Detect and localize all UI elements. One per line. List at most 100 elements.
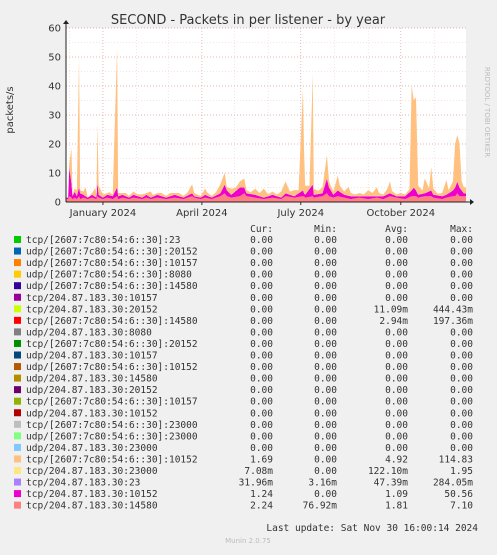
legend-value: 0.00 [250, 316, 273, 327]
legend-series-name: tcp/[2607:7c80:54:6::30]:20152 [26, 339, 198, 350]
rrdtool-watermark: RRDTOOL / TOBI OETIKER [483, 67, 491, 157]
legend-series-name: udp/204.87.183.30:10152 [26, 408, 158, 419]
legend-value: 0.00 [250, 362, 273, 373]
legend-swatch [14, 455, 21, 463]
x-tick-label: July 2024 [276, 208, 324, 219]
legend-value: 0.00 [450, 362, 473, 373]
legend-value: 0.00 [314, 351, 337, 362]
legend-column-header: Avg: [385, 224, 408, 235]
legend-value: 0.00 [250, 235, 273, 246]
legend-swatch [14, 490, 21, 498]
legend-value: 0.00 [450, 351, 473, 362]
legend-value: 0.00 [385, 339, 408, 350]
y-tick-label: 50 [48, 53, 61, 64]
legend-value: 0.00 [314, 293, 337, 304]
legend-value: 0.00 [450, 420, 473, 431]
legend-value: 0.00 [385, 397, 408, 408]
legend-value: 2.94m [379, 316, 408, 327]
legend-swatch [14, 339, 21, 347]
legend-value: 444.43m [433, 304, 473, 315]
legend-value: 1.09 [385, 489, 408, 500]
legend-value: 0.00 [250, 293, 273, 304]
chart-title: SECOND - Packets in per listener - by ye… [111, 13, 386, 28]
legend-value: 0.00 [385, 247, 408, 258]
legend-series-name: udp/204.87.183.30:14580 [26, 374, 158, 385]
chart-canvas: SECOND - Packets in per listener - by ye… [0, 0, 497, 551]
legend-series-name: udp/[2607:7c80:54:6::30]:10157 [26, 258, 198, 269]
legend-value: 0.00 [250, 327, 273, 338]
legend-value: 47.39m [374, 478, 409, 489]
legend-series-name: tcp/204.87.183.30:20152 [26, 304, 158, 315]
legend-series-name: tcp/[2607:7c80:54:6::30]:23 [26, 235, 180, 246]
legend-value: 0.00 [450, 293, 473, 304]
legend-value: 0.00 [450, 374, 473, 385]
legend-value: 122.10m [368, 466, 408, 477]
legend-series-name: tcp/[2607:7c80:54:6::30]:10157 [26, 397, 198, 408]
legend-value: 0.00 [450, 247, 473, 258]
legend-column-header: Max: [450, 224, 473, 235]
legend-value: 0.00 [250, 420, 273, 431]
legend-series-name: udp/[2607:7c80:54:6::30]:8080 [26, 270, 192, 281]
legend-value: 0.00 [314, 408, 337, 419]
legend-value: 0.00 [250, 374, 273, 385]
legend-value: 197.36m [433, 316, 473, 327]
legend-series-name: tcp/[2607:7c80:54:6::30]:23000 [26, 420, 198, 431]
legend-value: 11.09m [374, 304, 409, 315]
legend-value: 1.24 [250, 489, 273, 500]
y-tick-label: 30 [48, 111, 61, 122]
legend-swatch [14, 328, 21, 336]
legend-value: 0.00 [385, 258, 408, 269]
legend-value: 0.00 [314, 374, 337, 385]
y-tick-label: 60 [48, 24, 61, 35]
legend-value: 0.00 [250, 270, 273, 281]
legend-value: 0.00 [385, 408, 408, 419]
y-tick-label: 10 [48, 169, 61, 180]
legend-value: 0.00 [250, 397, 273, 408]
legend-value: 0.00 [450, 397, 473, 408]
legend-value: 1.95 [450, 466, 473, 477]
legend-value: 0.00 [385, 351, 408, 362]
legend-value: 0.00 [314, 397, 337, 408]
legend-value: 1.69 [250, 454, 273, 465]
legend-series-name: tcp/204.87.183.30:23000 [26, 466, 158, 477]
legend-value: 0.00 [450, 443, 473, 454]
legend-series-name: udp/204.87.183.30:10157 [26, 351, 158, 362]
legend-value: 0.00 [385, 374, 408, 385]
legend-swatch [14, 351, 21, 359]
legend-series-name: udp/204.87.183.30:20152 [26, 385, 158, 396]
legend-swatch [14, 305, 21, 313]
legend-value: 0.00 [250, 304, 273, 315]
legend-value: 0.00 [314, 339, 337, 350]
legend-column-header: Cur: [250, 224, 273, 235]
legend-swatch [14, 236, 21, 243]
legend-value: 0.00 [450, 339, 473, 350]
legend-series-name: udp/[2607:7c80:54:6::30]:23000 [26, 431, 198, 442]
legend-value: 0.00 [314, 489, 337, 500]
legend-value: 0.00 [250, 258, 273, 269]
legend-value: 0.00 [314, 316, 337, 327]
y-tick-label: 0 [55, 198, 61, 209]
legend-swatch [14, 409, 21, 417]
legend-value: 0.00 [450, 235, 473, 246]
legend-value: 2.24 [250, 501, 273, 512]
legend-value: 284.05m [433, 478, 473, 489]
legend-value: 114.83 [439, 454, 473, 465]
y-axis-label: packets/s [5, 86, 16, 133]
legend-value: 0.00 [450, 270, 473, 281]
legend-value: 0.00 [314, 362, 337, 373]
legend-swatch [14, 316, 21, 324]
legend-value: 0.00 [314, 327, 337, 338]
legend-swatch [14, 386, 21, 394]
legend-value: 31.96m [239, 478, 274, 489]
legend-swatch [14, 478, 21, 486]
legend-value: 0.00 [385, 270, 408, 281]
legend-value: 0.00 [250, 247, 273, 258]
legend-value: 0.00 [250, 431, 273, 442]
y-tick-label: 20 [48, 140, 61, 151]
legend-value: 0.00 [385, 431, 408, 442]
packets-chart: SECOND - Packets in per listener - by ye… [0, 0, 497, 551]
legend-value: 0.00 [385, 293, 408, 304]
munin-version: Munin 2.0.75 [225, 537, 271, 545]
legend-value: 0.00 [385, 235, 408, 246]
legend-swatch [14, 432, 21, 440]
